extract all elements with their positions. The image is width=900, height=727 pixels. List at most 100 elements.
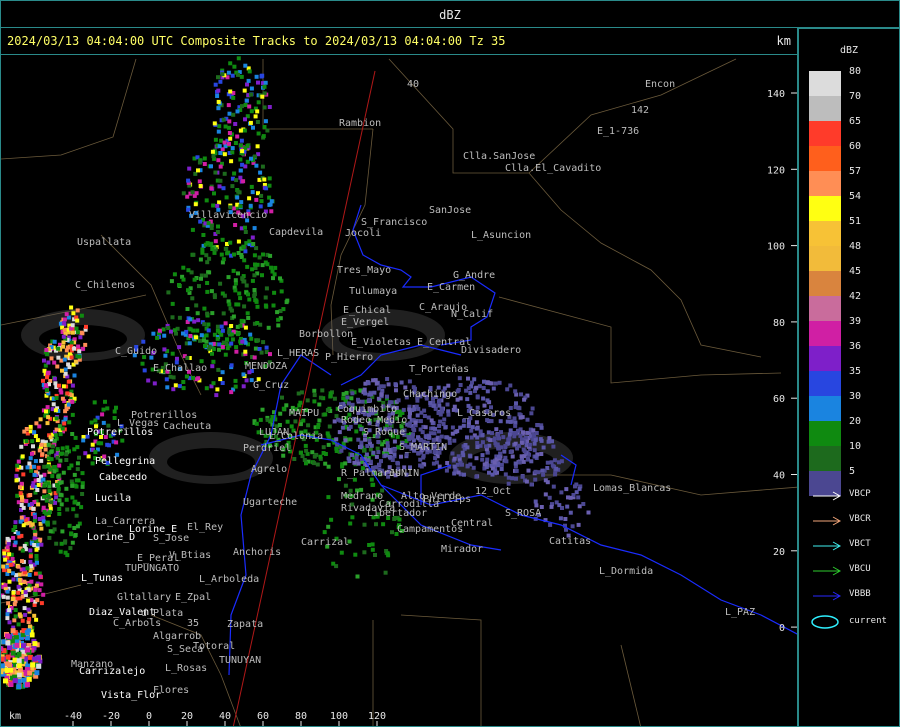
echo-cell (16, 663, 22, 669)
track-key-current: current (811, 615, 900, 629)
echo-cell (245, 144, 250, 148)
place-label: Villavicencio (189, 210, 267, 221)
x-tick-label: 80 (295, 711, 307, 722)
echo-cell (161, 327, 166, 332)
echo-cell (421, 453, 426, 458)
place-label: L_Dormida (599, 566, 653, 577)
echo-cell (58, 492, 63, 497)
echo-cell (181, 191, 186, 196)
echo-cell (186, 268, 191, 273)
echo-cell (271, 276, 275, 281)
echo-cell (460, 462, 464, 467)
echo-cell (52, 339, 57, 344)
echo-cell (485, 389, 490, 394)
radar-map-panel[interactable]: Potrerillos Pellegrina Cabecedo Lucila Lorin… (0, 54, 798, 727)
echo-cell (67, 420, 72, 425)
echo-cell (16, 651, 22, 657)
echo-cell (320, 388, 325, 393)
echo-cell (234, 345, 239, 350)
echo-cell (155, 335, 160, 340)
echo-cell (444, 468, 449, 473)
echo-cell (233, 223, 238, 227)
echo-cell (80, 331, 85, 336)
echo-cell (3, 557, 8, 562)
echo-cell (49, 500, 54, 505)
echo-cell (24, 439, 29, 444)
echo-cell (481, 386, 486, 390)
echo-cell (10, 628, 16, 634)
echo-cell (241, 244, 246, 249)
echo-cell (112, 409, 117, 414)
echo-cell (492, 460, 497, 465)
echo-cell (190, 227, 195, 232)
echo-cell (41, 477, 46, 482)
echo-cell (252, 154, 257, 159)
echo-cell (249, 184, 254, 189)
echo-cell (68, 546, 73, 551)
echo-cell (216, 99, 221, 104)
echo-cell (70, 495, 75, 500)
echo-cell (450, 431, 455, 436)
echo-cell (228, 89, 233, 94)
echo-cell (10, 596, 15, 601)
echo-cell (234, 349, 239, 354)
echo-cell (141, 339, 146, 344)
echo-cell (236, 332, 240, 337)
echo-cell (217, 200, 222, 205)
echo-cell (140, 361, 145, 366)
echo-cell (256, 100, 261, 105)
echo-cell (466, 376, 470, 381)
echo-cell (426, 434, 431, 439)
echo-cell (541, 445, 546, 450)
echo-cell (196, 318, 201, 323)
echo-cell (385, 394, 389, 399)
echo-cell (266, 325, 271, 330)
echo-cell (177, 315, 182, 320)
place-label: E_Vergel (341, 317, 389, 328)
y-tick-label: 0 (779, 623, 785, 634)
echo-cell (198, 184, 203, 188)
echo-cell (101, 420, 106, 425)
echo-cell (259, 199, 264, 204)
echo-cell (238, 143, 243, 148)
echo-cell (21, 643, 26, 649)
echo-cell (20, 495, 24, 500)
echo-cell (215, 336, 220, 341)
echo-cell (52, 438, 57, 443)
radar-map[interactable]: PotrerillosPellegrinaCabecedoLucilaLorin… (1, 55, 798, 727)
echo-cell (209, 186, 214, 191)
echo-cell (34, 554, 39, 558)
echo-cell (216, 224, 220, 229)
echo-cell (507, 432, 512, 437)
echo-cell (265, 128, 270, 133)
echo-cell (47, 489, 52, 494)
echo-cell (191, 375, 196, 380)
echo-cell (322, 530, 327, 535)
echo-cell (6, 538, 11, 543)
echo-cell (247, 239, 252, 244)
echo-cell (170, 351, 175, 356)
echo-cell (438, 419, 443, 424)
echo-cell (45, 520, 50, 525)
echo-cell (292, 457, 297, 461)
echo-cell (482, 403, 487, 408)
place-label: L_PAZ (725, 607, 755, 618)
echo-cell (484, 444, 488, 449)
legend-swatch-30 (809, 396, 841, 421)
echo-cell (230, 146, 235, 151)
echo-cell (59, 502, 64, 507)
place-label: L_Casaros (457, 408, 511, 419)
echo-cell (450, 425, 455, 430)
arrow-icon (813, 516, 842, 526)
echo-cell (505, 419, 510, 424)
echo-cell (437, 429, 441, 434)
echo-cell (539, 452, 544, 456)
arrow-icon (813, 591, 842, 601)
echo-cell (545, 480, 550, 485)
echo-cell (18, 491, 23, 496)
echo-cell (223, 246, 228, 251)
echo-cell (531, 428, 536, 433)
echo-cell (192, 277, 197, 282)
echo-cell (250, 190, 255, 195)
echo-cell (58, 388, 63, 393)
